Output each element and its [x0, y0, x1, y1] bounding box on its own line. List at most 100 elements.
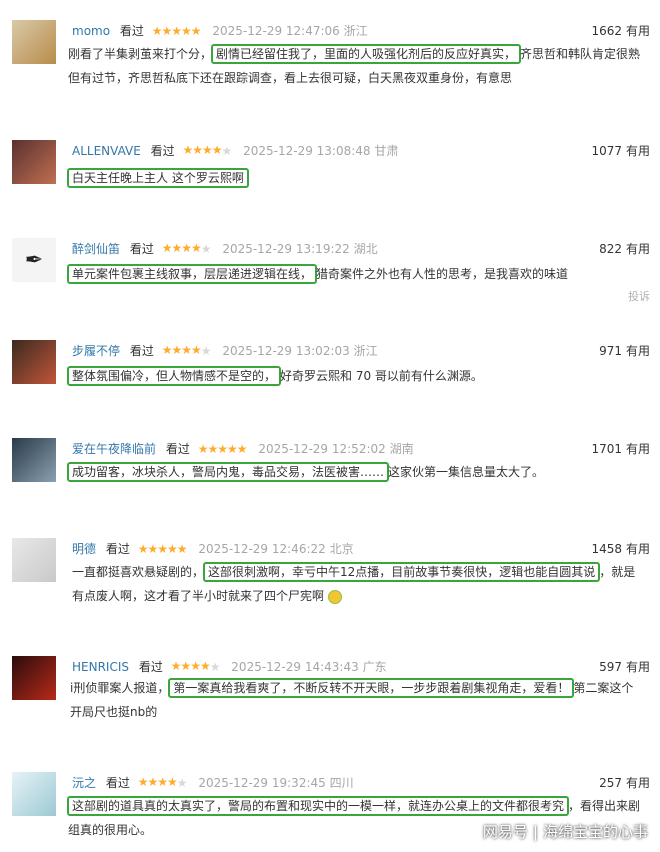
star-rating: ★★★★★ [197, 441, 248, 456]
useful-label: 有用 [625, 442, 650, 456]
review-meta: 沅之 看过 ★★★★★ 2025-12-29 19:32:45 四川 [72, 774, 354, 794]
review-date: 2025-12-29 19:32:45 [198, 775, 326, 790]
username[interactable]: 沅之 [72, 774, 96, 791]
review-date: 2025-12-29 12:46:22 [198, 541, 326, 556]
star-rating: ★★★★★ [161, 241, 212, 256]
avatar[interactable] [12, 438, 56, 482]
useful-count: 257 [599, 776, 622, 790]
brand-label: 网易号 [482, 823, 528, 841]
highlight-box: 剧情已经留住我了，里面的人吸强化剂后的反应好真实， [211, 44, 522, 64]
watched-label: 看过 [105, 776, 130, 790]
username[interactable]: 步履不停 [72, 342, 120, 359]
review-date: 2025-12-29 13:02:03 [222, 343, 350, 358]
useful-label: 有用 [625, 344, 650, 358]
smile-emoji-icon [327, 589, 342, 604]
useful-vote[interactable]: 1077 有用 [591, 142, 650, 159]
review-text: 单元案件包裹主线叙事，层层递进逻辑在线， 猎奇案件之外也有人性的思考，是我喜欢的味… [67, 262, 653, 286]
useful-vote[interactable]: 971 有用 [599, 342, 650, 359]
username[interactable]: 爱在午夜降临前 [72, 440, 156, 457]
useful-label: 有用 [625, 24, 650, 38]
review-line: 成功留客，冰块杀人，警局内鬼，毒品交易，法医被害…… 这家伙第一集信息量太大了。 [67, 460, 653, 484]
username[interactable]: HENRICIS [72, 660, 129, 674]
useful-vote[interactable]: 1458 有用 [591, 540, 650, 557]
star-rating: ★★★★★ [137, 775, 188, 790]
review-location: 湖北 [353, 242, 378, 256]
review-text: 整体氛围偏冷，但人物情感不是空的， 好奇罗云熙和 70 哥以前有什么渊源。 [67, 364, 653, 388]
avatar[interactable] [12, 20, 56, 64]
source-watermark: 网易号 | 海绵宝宝的心事 [482, 823, 648, 841]
review-date: 2025-12-29 13:08:48 [243, 143, 371, 158]
username[interactable]: 醉剑仙笛 [72, 240, 120, 257]
review-location: 湖南 [389, 442, 414, 456]
highlight-box: 成功留客，冰块杀人，警局内鬼，毒品交易，法医被害…… [67, 462, 390, 482]
review-line: 但有过节，齐思哲私底下还在跟踪调查，看上去很可疑，白天黑夜双重身份，有意思 [68, 71, 513, 85]
username[interactable]: 明德 [72, 540, 96, 557]
useful-vote[interactable]: 597 有用 [599, 658, 650, 675]
review-meta: 爱在午夜降临前 看过 ★★★★★ 2025-12-29 12:52:02 湖南 [72, 440, 414, 460]
avatar[interactable] [12, 656, 56, 700]
useful-count: 1662 [591, 24, 622, 38]
star-rating: ★★★★★ [170, 659, 221, 674]
review-meta: 明德 看过 ★★★★★ 2025-12-29 12:46:22 北京 [72, 540, 354, 560]
useful-label: 有用 [625, 542, 650, 556]
review-line: 刚看了半集剥茧来打个分， 剧情已经留住我了，里面的人吸强化剂后的反应好真实， 齐思哲… [68, 42, 653, 66]
review-text: 一直都挺喜欢悬疑剧的， 这部很刺激啊，幸亏中午12点播，目前故事节奏很快，逻辑也能… [72, 560, 657, 608]
highlight-box: 整体氛围偏冷，但人物情感不是空的， [67, 366, 282, 386]
watched-label: 看过 [119, 24, 144, 38]
star-rating: ★★★★★ [182, 143, 232, 158]
useful-label: 有用 [625, 776, 650, 790]
avatar[interactable] [12, 538, 56, 582]
review-date: 2025-12-29 12:52:02 [258, 441, 386, 456]
report-link[interactable]: 投诉 [628, 288, 650, 304]
review-date: 2025-12-29 13:19:22 [222, 241, 350, 256]
review-line: 这部剧的道具真的太真实了，警局的布置和现实中的一模一样，就连办公桌上的文件都很考… [67, 794, 653, 818]
review-line: 有点废人啊，这才看了半小时就来了四个尸宪啊 [72, 584, 657, 608]
useful-count: 1701 [591, 442, 622, 456]
review-meta: ALLENVAVE 看过 ★★★★★ 2025-12-29 13:08:48 甘… [72, 142, 398, 162]
review-line: 白天主任晚上主人 这个罗云熙啊 [67, 166, 653, 190]
review-meta: 步履不停 看过 ★★★★★ 2025-12-29 13:02:03 浙江 [72, 342, 378, 362]
avatar[interactable] [12, 772, 56, 816]
review-meta: HENRICIS 看过 ★★★★★ 2025-12-29 14:43:43 广东 [72, 658, 387, 678]
review-location: 甘肃 [374, 144, 399, 158]
review-meta: momo 看过 ★★★★★ 2025-12-29 12:47:06 浙江 [72, 22, 368, 42]
useful-count: 597 [599, 660, 622, 674]
review-location: 北京 [329, 542, 354, 556]
review-text: 白天主任晚上主人 这个罗云熙啊 [67, 166, 653, 190]
useful-count: 1458 [591, 542, 622, 556]
useful-vote[interactable]: 257 有用 [599, 774, 650, 791]
calligraphy-avatar-icon: ✒ [24, 247, 44, 273]
highlight-box: 这部剧的道具真的太真实了，警局的布置和现实中的一模一样，就连办公桌上的文件都很考… [67, 796, 570, 816]
highlight-box: 这部很刺激啊，幸亏中午12点播，目前故事节奏很快，逻辑也能自圆其说 [203, 562, 601, 582]
watched-label: 看过 [165, 442, 190, 456]
star-rating: ★★★★★ [161, 343, 212, 358]
watched-label: 看过 [129, 344, 154, 358]
review-line: 一直都挺喜欢悬疑剧的， 这部很刺激啊，幸亏中午12点播，目前故事节奏很快，逻辑也能… [72, 560, 657, 584]
review-location: 四川 [329, 776, 354, 790]
review-line: 开局尺也挺nb的 [70, 705, 158, 719]
review-date: 2025-12-29 14:43:43 [231, 659, 359, 674]
useful-vote[interactable]: 1662 有用 [591, 22, 650, 39]
review-line: 单元案件包裹主线叙事，层层递进逻辑在线， 猎奇案件之外也有人性的思考，是我喜欢的味… [67, 262, 653, 286]
avatar[interactable]: ✒ [12, 238, 56, 282]
star-rating: ★★★★★ [137, 541, 188, 556]
watched-label: 看过 [105, 542, 130, 556]
highlight-box: 白天主任晚上主人 这个罗云熙啊 [67, 168, 249, 188]
useful-count: 971 [599, 344, 622, 358]
highlight-box: 第一案真给我看爽了，不断反转不开天眼，一步步跟着剧集视角走，爱看！ [168, 678, 575, 698]
useful-vote[interactable]: 1701 有用 [591, 440, 650, 457]
review-line: 整体氛围偏冷，但人物情感不是空的， 好奇罗云熙和 70 哥以前有什么渊源。 [67, 364, 653, 388]
useful-vote[interactable]: 822 有用 [599, 240, 650, 257]
username[interactable]: ALLENVAVE [72, 144, 141, 158]
star-rating: ★★★★★ [151, 23, 202, 38]
review-location: 浙江 [353, 344, 378, 358]
username[interactable]: momo [72, 24, 110, 38]
useful-count: 822 [599, 242, 622, 256]
review-text: 刚看了半集剥茧来打个分， 剧情已经留住我了，里面的人吸强化剂后的反应好真实， 齐思哲… [68, 42, 653, 90]
highlight-box: 单元案件包裹主线叙事，层层递进逻辑在线， [67, 264, 318, 284]
avatar[interactable] [12, 340, 56, 384]
avatar[interactable] [12, 140, 56, 184]
watched-label: 看过 [150, 144, 175, 158]
useful-label: 有用 [625, 242, 650, 256]
useful-label: 有用 [625, 660, 650, 674]
